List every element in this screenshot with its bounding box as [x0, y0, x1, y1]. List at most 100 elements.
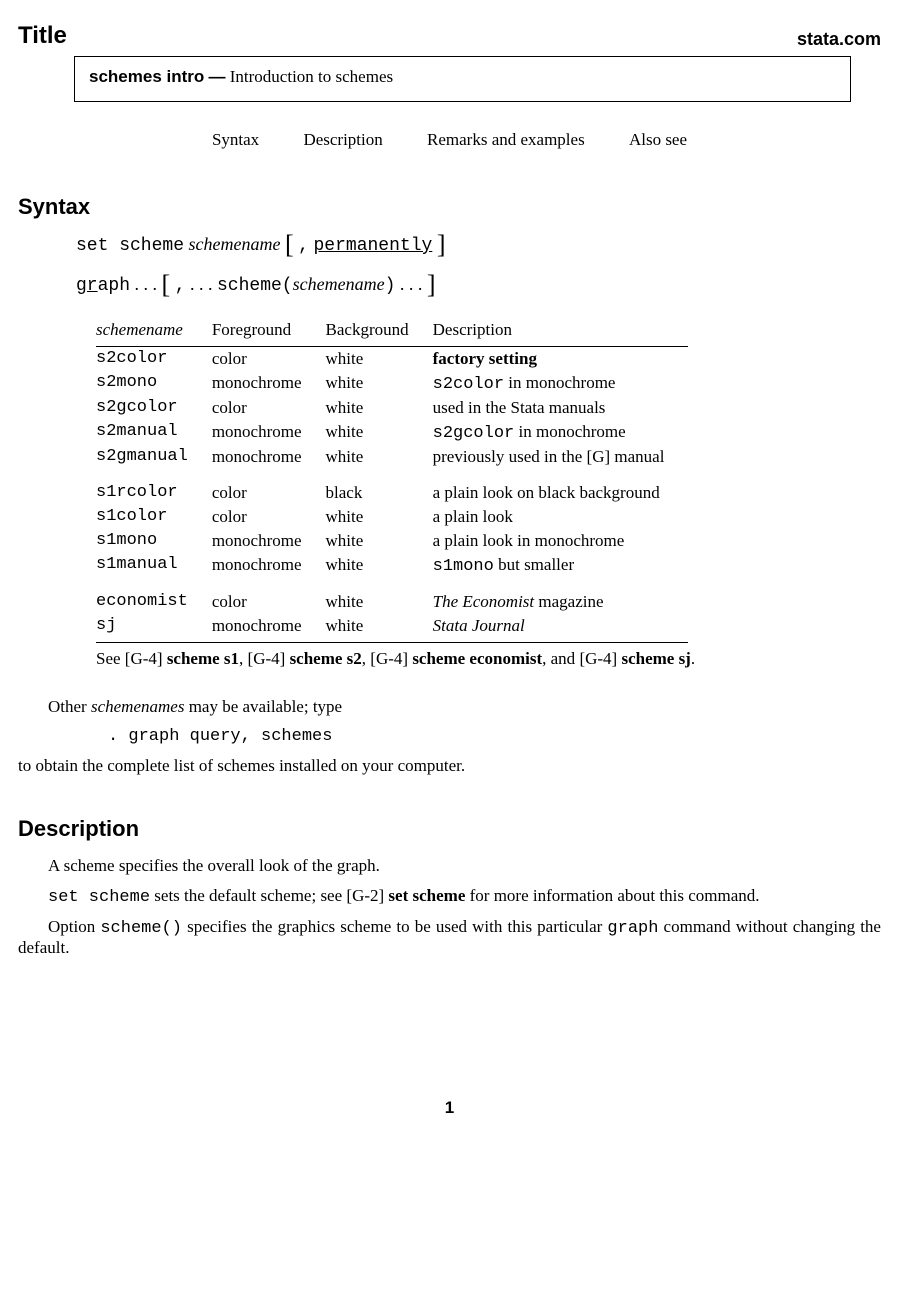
t: Other: [48, 697, 91, 716]
cell-foreground: color: [212, 505, 326, 529]
cell-description: previously used in the [G] manual: [433, 445, 689, 469]
nav-description[interactable]: Description: [303, 130, 382, 149]
page-title: Title: [18, 22, 67, 50]
desc-p2: set scheme sets the default scheme; see …: [18, 886, 881, 907]
cell-foreground: monochrome: [212, 614, 326, 643]
cell-description: s2gcolor in monochrome: [433, 420, 689, 445]
cell-background: black: [326, 469, 433, 505]
ref: [G-2]: [346, 886, 384, 905]
table-row: s1colorcolorwhitea plain look: [96, 505, 688, 529]
cell-description: s1mono but smaller: [433, 553, 689, 578]
table-row: s2gmanualmonochromewhitepreviously used …: [96, 445, 688, 469]
comma: ,: [175, 276, 186, 296]
cell-background: white: [326, 529, 433, 553]
cell-schemename: s1manual: [96, 553, 212, 578]
cell-schemename: s2gcolor: [96, 396, 212, 420]
ref: [G-4]: [248, 649, 286, 668]
table-row: s2manualmonochromewhites2gcolor in monoc…: [96, 420, 688, 445]
cell-description: The Economist magazine: [433, 578, 689, 614]
t-it: schemenames: [91, 697, 184, 716]
obtain-line: to obtain the complete list of schemes i…: [18, 756, 881, 776]
opt-permanently: permanently: [313, 236, 432, 256]
cell-background: white: [326, 445, 433, 469]
ref-b: set scheme: [384, 886, 465, 905]
cell-description: factory setting: [433, 347, 689, 372]
ref: [G-4]: [579, 649, 617, 668]
schemes-table: schemename Foreground Background Descrip…: [96, 316, 688, 643]
cell-schemename: s2gmanual: [96, 445, 212, 469]
ref: [G-4]: [370, 649, 408, 668]
t: ,: [239, 649, 248, 668]
desc-p1: A scheme specifies the overall look of t…: [18, 856, 881, 876]
cell-foreground: monochrome: [212, 553, 326, 578]
t: for more information about this command.: [465, 886, 759, 905]
dots: . . .: [190, 274, 213, 294]
cell-description: a plain look on black background: [433, 469, 689, 505]
cell-foreground: monochrome: [212, 420, 326, 445]
ref: [G-4]: [125, 649, 163, 668]
dots: . . .: [135, 274, 158, 294]
table-row: s2colorcolorwhitefactory setting: [96, 347, 688, 372]
cell-background: white: [326, 505, 433, 529]
cell-schemename: s2manual: [96, 420, 212, 445]
other-schemes-line: Other schemenames may be available; type: [48, 697, 881, 717]
cell-description: a plain look in monochrome: [433, 529, 689, 553]
cell-foreground: color: [212, 578, 326, 614]
cell-background: white: [326, 347, 433, 372]
ref-b: scheme economist: [408, 649, 542, 668]
table-footnote: See [G-4] scheme s1, [G-4] scheme s2, [G…: [96, 649, 881, 669]
entry-name: schemes intro: [89, 67, 204, 86]
t: See: [96, 649, 125, 668]
cmd: set scheme: [76, 236, 184, 256]
dash: —: [209, 67, 226, 86]
nav-syntax[interactable]: Syntax: [212, 130, 259, 149]
ref-b: scheme s1: [163, 649, 239, 668]
entry-desc: Introduction to schemes: [230, 67, 393, 86]
cell-schemename: s2color: [96, 347, 212, 372]
cell-schemename: s1rcolor: [96, 469, 212, 505]
cmd-u: gr: [76, 276, 98, 296]
cell-description: Stata Journal: [433, 614, 689, 643]
nav-remarks[interactable]: Remarks and examples: [427, 130, 585, 149]
header: Title stata.com: [18, 22, 881, 50]
table-row: sjmonochromewhiteStata Journal: [96, 614, 688, 643]
nav-also-see[interactable]: Also see: [629, 130, 687, 149]
cell-description: s2color in monochrome: [433, 371, 689, 396]
t: Option: [48, 917, 100, 936]
cell-schemename: s2mono: [96, 371, 212, 396]
arg: schemename: [189, 234, 281, 254]
cell-description: used in the Stata manuals: [433, 396, 689, 420]
arg: schemename: [293, 274, 385, 294]
cell-schemename: economist: [96, 578, 212, 614]
desc-p3: Option scheme() specifies the graphics s…: [18, 917, 881, 958]
comma: ,: [298, 236, 309, 256]
cell-background: white: [326, 578, 433, 614]
fn-open: scheme(: [217, 276, 293, 296]
t: may be available; type: [184, 697, 342, 716]
heading-description: Description: [18, 816, 881, 842]
cell-foreground: monochrome: [212, 445, 326, 469]
cell-schemename: sj: [96, 614, 212, 643]
col-foreground: Foreground: [212, 316, 326, 347]
heading-syntax: Syntax: [18, 194, 881, 220]
cell-background: white: [326, 371, 433, 396]
cell-foreground: monochrome: [212, 529, 326, 553]
section-nav: Syntax Description Remarks and examples …: [18, 130, 881, 150]
cell-description: a plain look: [433, 505, 689, 529]
cell-background: white: [326, 553, 433, 578]
t-tt: set scheme: [48, 888, 150, 907]
syntax-line-2: graph . . . [ , . . . scheme(schemename)…: [76, 274, 881, 296]
cell-schemename: s1mono: [96, 529, 212, 553]
table-header: schemename Foreground Background Descrip…: [96, 316, 688, 347]
t: .: [691, 649, 695, 668]
ref-b: scheme sj: [617, 649, 691, 668]
table-row: economistcolorwhiteThe Economist magazin…: [96, 578, 688, 614]
t: , and: [542, 649, 579, 668]
ref-b: scheme s2: [285, 649, 361, 668]
table-row: s2gcolorcolorwhiteused in the Stata manu…: [96, 396, 688, 420]
brand: stata.com: [797, 29, 881, 50]
cell-foreground: color: [212, 396, 326, 420]
dots: . . .: [400, 274, 423, 294]
cell-foreground: color: [212, 347, 326, 372]
table-row: s2monomonochromewhites2color in monochro…: [96, 371, 688, 396]
